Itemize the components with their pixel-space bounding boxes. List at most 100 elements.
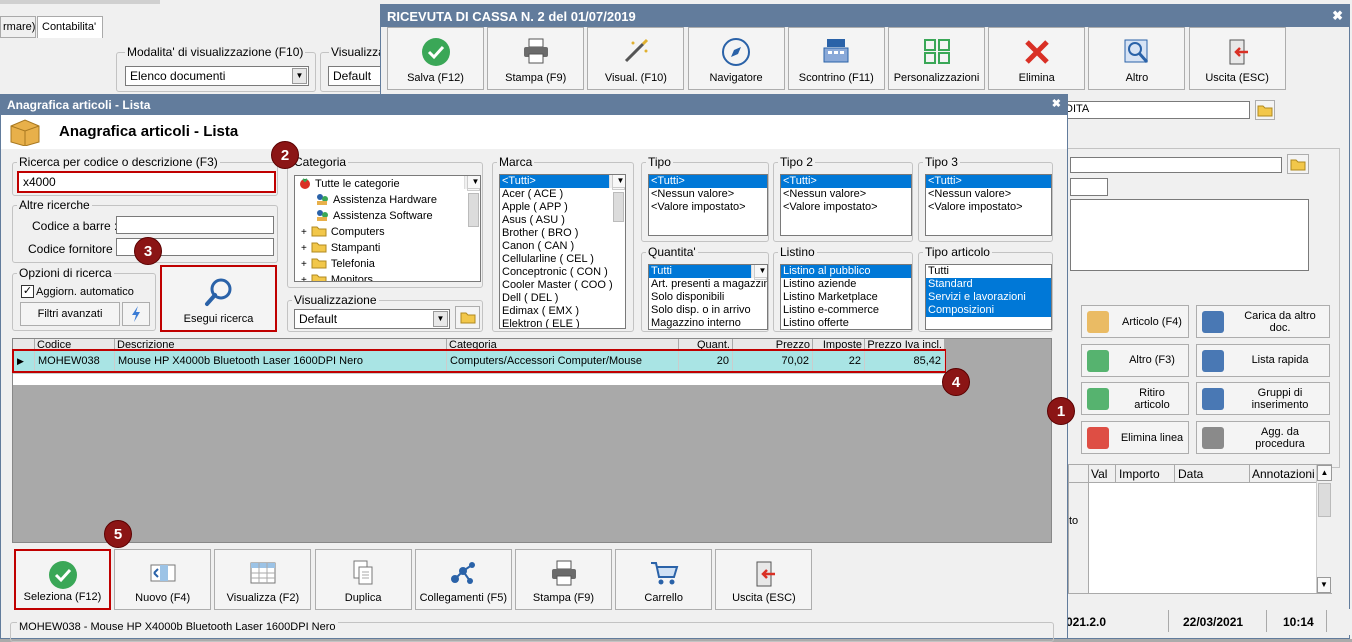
quantity-item[interactable]: Magazzino interno [649, 317, 767, 329]
article-type-item[interactable]: Composizioni [926, 304, 1051, 317]
quantity-list[interactable]: Tutti Art. presenti a magazzino Solo dispo… [648, 264, 768, 330]
col-data[interactable]: Data [1178, 467, 1203, 481]
other-f3-button[interactable]: Altro (F3) [1081, 343, 1189, 377]
listino-item[interactable]: Listino aziende [781, 278, 911, 291]
exit-button[interactable]: Uscita (ESC) [1188, 27, 1286, 90]
quantity-item[interactable]: Solo disponibili [649, 291, 767, 304]
article-type-list[interactable]: Tutti Standard Servizi e lavorazioni Compos… [925, 264, 1052, 330]
tipo2-item[interactable]: <Tutti> [781, 175, 911, 188]
quick-list-button[interactable]: Lista rapida [1196, 343, 1330, 377]
listino-item[interactable]: Listino al pubblico [781, 265, 911, 278]
save-button[interactable]: Salva (F12) [387, 27, 484, 90]
scroll-thumb[interactable] [468, 193, 479, 227]
expand-icon[interactable]: + [301, 227, 307, 238]
article-type-item[interactable]: Standard [926, 278, 1051, 291]
tab-left[interactable]: rmare) [0, 16, 36, 38]
tipo3-item[interactable]: <Valore impostato> [926, 201, 1051, 214]
tipo-item[interactable]: <Valore impostato> [649, 201, 767, 214]
procedure-update-button[interactable]: Agg. da procedura [1196, 421, 1330, 455]
expand-icon[interactable]: + [301, 243, 307, 254]
mode-select[interactable]: Elenco documenti ▼ [125, 66, 309, 86]
barcode-input[interactable] [116, 216, 274, 234]
delete-line-button[interactable]: Elimina linea [1081, 421, 1189, 455]
scroll-thumb[interactable] [613, 192, 624, 222]
scroll-thumb[interactable] [1318, 483, 1331, 517]
flash-button[interactable] [122, 302, 150, 326]
auto-update-checkbox[interactable]: ✓ [21, 285, 34, 298]
quantity-item[interactable]: Tutti [649, 265, 767, 278]
category-item[interactable]: + Computers [295, 224, 480, 240]
brand-item[interactable]: Asus ( ASU ) [500, 214, 625, 227]
tipo3-item[interactable]: <Nessun valore> [926, 188, 1051, 201]
return-article-button[interactable]: Ritiro articolo [1081, 382, 1189, 416]
scroll-down-icon[interactable]: ▼ [1317, 577, 1331, 593]
brand-item[interactable]: Canon ( CAN ) [500, 240, 625, 253]
brand-item[interactable]: Brother ( BRO ) [500, 227, 625, 240]
category-item[interactable]: Assistenza Software [295, 208, 480, 224]
article-type-item[interactable]: Tutti [926, 265, 1051, 278]
brand-item[interactable]: Conceptronic ( CON ) [500, 266, 625, 279]
brand-item[interactable]: Dell ( DEL ) [500, 292, 625, 305]
listino-item[interactable]: Listino Marketplace [781, 291, 911, 304]
brand-item[interactable]: Elektron ( ELE ) [500, 318, 625, 328]
brand-item[interactable]: Acer ( ACE ) [500, 188, 625, 201]
listino-item[interactable]: Listino e-commerce [781, 304, 911, 317]
advanced-filters-button[interactable]: Filtri avanzati [20, 302, 120, 326]
receipt-field-2[interactable] [1070, 157, 1282, 173]
col-annotazioni[interactable]: Annotazioni [1252, 467, 1315, 481]
brand-item[interactable]: Cellularline ( CEL ) [500, 253, 625, 266]
receipt-button[interactable]: Scontrino (F11) [787, 27, 885, 90]
scroll-down-icon[interactable]: ▼ [754, 265, 767, 278]
listino-list[interactable]: Listino al pubblico Listino aziende Listin… [780, 264, 912, 330]
table-row[interactable]: ▶ MOHEW038 Mouse HP X4000b Bluetooth Laser… [14, 351, 945, 371]
table-cell[interactable]: MOHEW038 [35, 351, 115, 371]
category-item[interactable]: + Telefonia [295, 256, 480, 272]
tipo-item[interactable]: <Nessun valore> [649, 188, 767, 201]
print-button[interactable]: Stampa (F9) [515, 549, 612, 610]
tipo3-item[interactable]: <Tutti> [926, 175, 1051, 188]
grid-scrollbar[interactable]: ▲ ▼ [1316, 465, 1332, 593]
tipo2-item[interactable]: <Valore impostato> [781, 201, 911, 214]
article-button[interactable]: Articolo (F4) [1081, 305, 1189, 338]
duplicate-button[interactable]: Duplica [314, 549, 412, 610]
col-val[interactable]: Val [1091, 467, 1107, 481]
tipo2-list[interactable]: <Tutti> <Nessun valore> <Valore impostato> [780, 174, 912, 236]
category-item[interactable]: Assistenza Hardware [295, 192, 480, 208]
table-cell[interactable]: Computers/Accessori Computer/Mouse [447, 351, 679, 371]
receipt-field-3[interactable] [1070, 178, 1108, 196]
folder-icon-2[interactable] [1287, 154, 1309, 174]
scroll-down-icon[interactable]: ▼ [467, 176, 480, 189]
tipo-item[interactable]: <Tutti> [649, 175, 767, 188]
category-item[interactable]: + Stampanti [295, 240, 480, 256]
insertion-groups-button[interactable]: Gruppi di inserimento [1196, 382, 1330, 416]
category-scrollbar[interactable]: ▲▼ [464, 176, 480, 227]
navigator-button[interactable]: Navigatore [687, 27, 785, 90]
table-cell[interactable]: 20 [679, 351, 733, 371]
select-button[interactable]: Seleziona (F12) [14, 549, 111, 610]
category-item[interactable]: Tutte le categorie [295, 176, 480, 192]
close-icon[interactable]: ✖ [1332, 8, 1343, 24]
receipt-notes[interactable] [1070, 199, 1309, 271]
brand-item[interactable]: Apple ( APP ) [500, 201, 625, 214]
brand-item[interactable]: Cooler Master ( COO ) [500, 279, 625, 292]
scroll-down-icon[interactable]: ▼ [612, 175, 625, 188]
run-search-button[interactable]: Esegui ricerca [160, 265, 277, 332]
table-cell[interactable]: 70,02 [733, 351, 813, 371]
quantity-scrollbar[interactable]: ▲▼ [751, 265, 767, 280]
category-item[interactable]: + Monitors [295, 272, 480, 281]
scroll-up-icon[interactable]: ▲ [1317, 465, 1332, 481]
print-button[interactable]: Stampa (F9) [487, 27, 585, 90]
category-tree[interactable]: Tutte le categorie Assistenza Hardware Ass… [294, 175, 481, 282]
table-cell[interactable]: 85,42 [865, 351, 945, 371]
close-icon[interactable]: ✖ [1052, 97, 1061, 110]
article-type-item[interactable]: Servizi e lavorazioni [926, 291, 1051, 304]
exit-button[interactable]: Uscita (ESC) [715, 549, 813, 610]
tipo2-item[interactable]: <Nessun valore> [781, 188, 911, 201]
folder-icon[interactable] [1255, 100, 1275, 120]
brand-item[interactable]: <Tutti> [500, 175, 625, 188]
table-cell[interactable]: 22 [813, 351, 865, 371]
brand-scrollbar[interactable]: ▲▼ [609, 175, 625, 222]
table-cell[interactable]: Mouse HP X4000b Bluetooth Laser 1600DPI … [115, 351, 447, 371]
receipt-field[interactable]: DITA [1060, 101, 1250, 119]
vis-select[interactable]: Default [328, 66, 388, 86]
